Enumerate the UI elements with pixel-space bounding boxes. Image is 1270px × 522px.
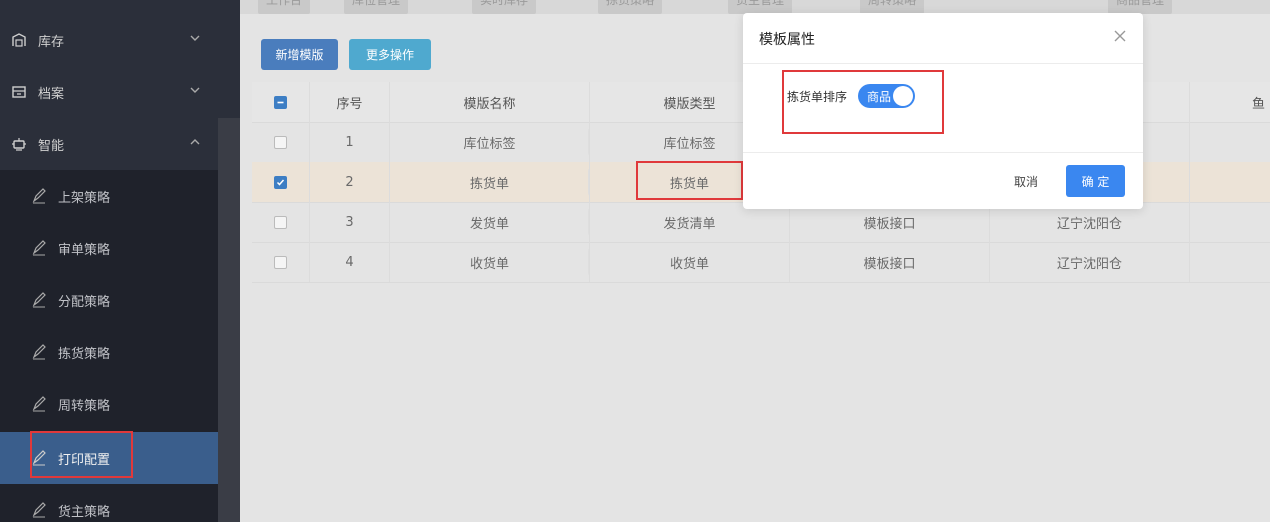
sidebar-item-picking-strategy[interactable]: 拣货策略 xyxy=(0,326,218,378)
row-col5: 辽宁沈阳仓 xyxy=(990,242,1190,282)
edit-icon xyxy=(30,343,48,361)
row-no: 4 xyxy=(310,242,390,282)
row-name-text: 拣货单 xyxy=(469,176,509,192)
edit-icon xyxy=(30,395,48,413)
row-name: 拣货单 xyxy=(390,162,590,202)
row-checkbox[interactable] xyxy=(274,135,287,149)
row-select-cell xyxy=(252,202,310,242)
more-actions-button[interactable]: 更多操作 xyxy=(349,39,431,70)
row-type: 收货单 xyxy=(590,242,790,282)
divider xyxy=(743,63,1143,64)
tab-location-management[interactable]: 库位管理 xyxy=(344,0,409,14)
sidebar-item-label: 上架策略 xyxy=(58,190,111,206)
dialog-title: 模板属性 xyxy=(759,32,815,48)
chevron-down-icon xyxy=(189,32,201,44)
highlight-box-print-config xyxy=(30,431,133,478)
row-checkbox[interactable] xyxy=(274,255,287,269)
row-col4: 模板接口 xyxy=(790,242,990,282)
cancel-button[interactable]: 取消 xyxy=(1014,173,1038,190)
row-no: 1 xyxy=(310,122,390,162)
nav-group-label: 库存 xyxy=(38,34,65,50)
archive-icon xyxy=(10,83,28,101)
add-template-button[interactable]: 新增模版 xyxy=(261,39,338,70)
row-name: 收货单 xyxy=(390,242,590,282)
close-icon[interactable] xyxy=(1113,29,1127,43)
tab-picking-strategy[interactable]: 拣货策略 xyxy=(598,0,663,14)
tab-workbench[interactable]: 工作台 xyxy=(258,0,311,14)
header-name: 模版名称 xyxy=(390,82,590,122)
sidebar-item-turnover-strategy[interactable]: 周转策略 xyxy=(0,378,218,430)
select-all-cell xyxy=(252,82,310,122)
tab-bar: 工作台 库位管理 实时库存 拣货策略 货主管理 周转策略 商品管理 xyxy=(240,0,1270,14)
divider xyxy=(743,152,1143,153)
row-name-text: 收货单 xyxy=(469,256,509,272)
sidebar-item-label: 周转策略 xyxy=(58,398,111,414)
chevron-up-icon xyxy=(189,136,201,148)
nav-group-label: 智能 xyxy=(38,138,65,154)
sidebar-scrollbar[interactable] xyxy=(218,118,240,522)
sidebar-item-putaway-strategy[interactable]: 上架策略 xyxy=(0,170,218,222)
tab-realtime-inventory[interactable]: 实时库存 xyxy=(472,0,537,14)
edit-icon xyxy=(30,239,48,257)
header-col6: 鱼 xyxy=(1252,96,1266,112)
row-no: 2 xyxy=(310,162,390,202)
sidebar-item-owner-strategy[interactable]: 货主策略 xyxy=(0,484,218,522)
sidebar-item-label: 分配策略 xyxy=(58,294,111,310)
select-all-checkbox[interactable] xyxy=(274,95,287,109)
highlight-box-sort-field xyxy=(782,70,944,134)
row-select-cell xyxy=(252,242,310,282)
sidebar-item-label: 审单策略 xyxy=(58,242,111,258)
nav-group-smart[interactable]: 智能 xyxy=(0,118,240,170)
row-select-cell xyxy=(252,162,310,202)
tab-goods-management[interactable]: 商品管理 xyxy=(1108,0,1173,14)
chevron-down-icon xyxy=(189,84,201,96)
tab-owner-management[interactable]: 货主管理 xyxy=(728,0,793,14)
row-name: 发货单 xyxy=(390,202,590,242)
edit-icon xyxy=(30,501,48,519)
row-name-text: 发货单 xyxy=(469,216,509,232)
row-checkbox[interactable] xyxy=(274,215,287,229)
header-no: 序号 xyxy=(310,82,390,122)
sidebar-item-allocation-strategy[interactable]: 分配策略 xyxy=(0,274,218,326)
sidebar-item-label: 货主策略 xyxy=(58,504,111,520)
edit-icon xyxy=(30,187,48,205)
table-row[interactable]: 4 收货单 收货单 模板接口 辽宁沈阳仓 xyxy=(252,242,1270,283)
robot-icon xyxy=(10,135,28,153)
row-name-text: 库位标签 xyxy=(463,136,516,152)
row-select-cell xyxy=(252,122,310,162)
confirm-button[interactable]: 确 定 xyxy=(1066,165,1125,197)
tab-turnover-strategy[interactable]: 周转策略 xyxy=(860,0,925,14)
highlight-box-picking-type xyxy=(636,161,743,200)
edit-icon xyxy=(30,291,48,309)
sidebar: 库存 档案 智能 上架策略 审单策略 分配策略 拣货策略 周转策略 打印配置 货… xyxy=(0,0,240,522)
sidebar-item-label: 拣货策略 xyxy=(58,346,111,362)
row-no: 3 xyxy=(310,202,390,242)
nav-group-inventory[interactable]: 库存 xyxy=(0,14,240,66)
nav-group-label: 档案 xyxy=(38,86,65,102)
row-name: 库位标签 xyxy=(390,122,590,162)
nav-group-archive[interactable]: 档案 xyxy=(0,66,240,118)
warehouse-icon xyxy=(10,31,28,49)
sidebar-item-review-strategy[interactable]: 审单策略 xyxy=(0,222,218,274)
row-checkbox[interactable] xyxy=(274,175,287,189)
template-properties-dialog: 模板属性 拣货单排序 商品 取消 确 定 xyxy=(743,13,1143,209)
